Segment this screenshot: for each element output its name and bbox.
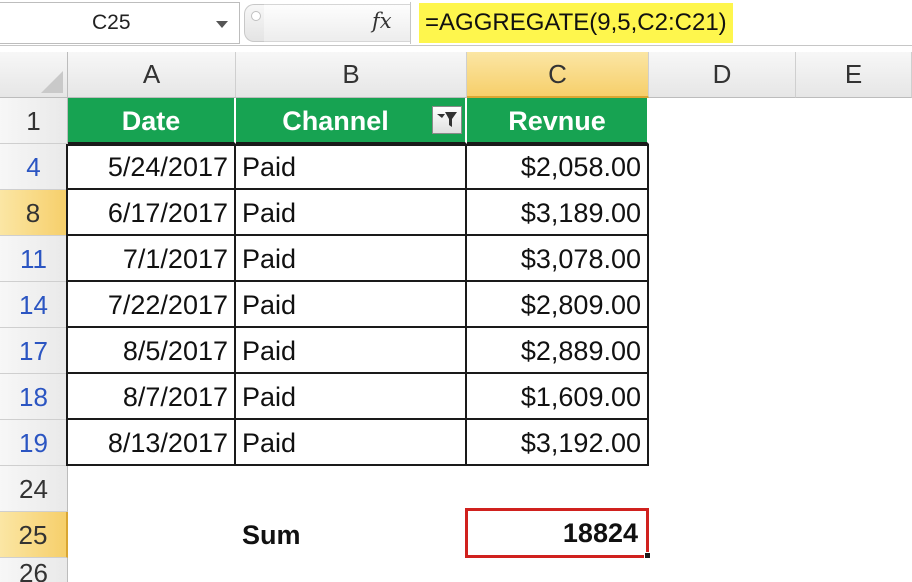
table-cell-channel[interactable]: Paid (236, 374, 467, 420)
header-cell-revenue[interactable]: Revnue (467, 98, 649, 144)
row-header[interactable]: 11 (0, 236, 68, 282)
row-header[interactable]: 18 (0, 374, 68, 420)
chevron-down-icon[interactable] (216, 21, 228, 28)
table-cell-channel[interactable]: Paid (236, 282, 467, 328)
function-icon[interactable]: fx (372, 9, 392, 33)
table-cell-revenue[interactable]: $3,189.00 (467, 190, 649, 236)
table-cell-channel[interactable]: Paid (236, 144, 467, 190)
column-header-b[interactable]: B (236, 52, 467, 98)
table-cell-channel[interactable]: Paid (236, 190, 467, 236)
table-cell-revenue[interactable]: $2,889.00 (467, 328, 649, 374)
table-cell-date[interactable]: 8/13/2017 (68, 420, 236, 466)
table-cell-revenue[interactable]: $2,058.00 (467, 144, 649, 190)
row-header[interactable]: 24 (0, 466, 68, 512)
column-header-c[interactable]: C (467, 52, 649, 98)
table-cell-revenue[interactable]: $1,609.00 (467, 374, 649, 420)
column-header-d[interactable]: D (649, 52, 796, 98)
column-header-e[interactable]: E (796, 52, 912, 98)
filter-dropdown-icon[interactable] (432, 106, 462, 134)
row-header[interactable]: 4 (0, 144, 68, 190)
formula-separator (410, 2, 411, 44)
sum-label[interactable]: Sum (236, 512, 467, 558)
column-header-a[interactable]: A (68, 52, 236, 98)
fill-handle[interactable] (644, 552, 651, 559)
table-cell-channel[interactable]: Paid (236, 328, 467, 374)
table-cell-date[interactable]: 6/17/2017 (68, 190, 236, 236)
table-cell-date[interactable]: 8/5/2017 (68, 328, 236, 374)
row-header[interactable]: 26 (0, 558, 68, 582)
header-channel-label: Channel (282, 106, 389, 136)
formula-input[interactable]: =AGGREGATE(9,5,C2:C21) (419, 3, 733, 43)
sum-value-cell[interactable]: 18824 (465, 508, 649, 558)
row-header[interactable]: 14 (0, 282, 68, 328)
table-cell-revenue[interactable]: $2,809.00 (467, 282, 649, 328)
splitter-knob-icon (251, 11, 261, 21)
row-header[interactable]: 25 (0, 512, 68, 558)
formula-bar-splitter[interactable] (244, 4, 264, 42)
row-header[interactable]: 17 (0, 328, 68, 374)
name-box[interactable]: C25 (0, 2, 240, 44)
table-cell-date[interactable]: 8/7/2017 (68, 374, 236, 420)
table-cell-revenue[interactable]: $3,192.00 (467, 420, 649, 466)
table-cell-revenue[interactable]: $3,078.00 (467, 236, 649, 282)
name-box-value: C25 (92, 11, 131, 34)
row-header[interactable]: 19 (0, 420, 68, 466)
table-cell-channel[interactable]: Paid (236, 420, 467, 466)
row-header[interactable]: 8 (0, 190, 68, 236)
row-header[interactable]: 1 (0, 98, 68, 144)
header-cell-date[interactable]: Date (68, 98, 236, 144)
formula-bar: C25 fx =AGGREGATE(9,5,C2:C21) (0, 0, 912, 46)
select-all-icon (41, 71, 63, 93)
table-cell-date[interactable]: 7/22/2017 (68, 282, 236, 328)
select-all-button[interactable] (0, 52, 68, 98)
table-cell-date[interactable]: 5/24/2017 (68, 144, 236, 190)
table-cell-date[interactable]: 7/1/2017 (68, 236, 236, 282)
filter-funnel-icon (437, 112, 457, 127)
table-cell-channel[interactable]: Paid (236, 236, 467, 282)
